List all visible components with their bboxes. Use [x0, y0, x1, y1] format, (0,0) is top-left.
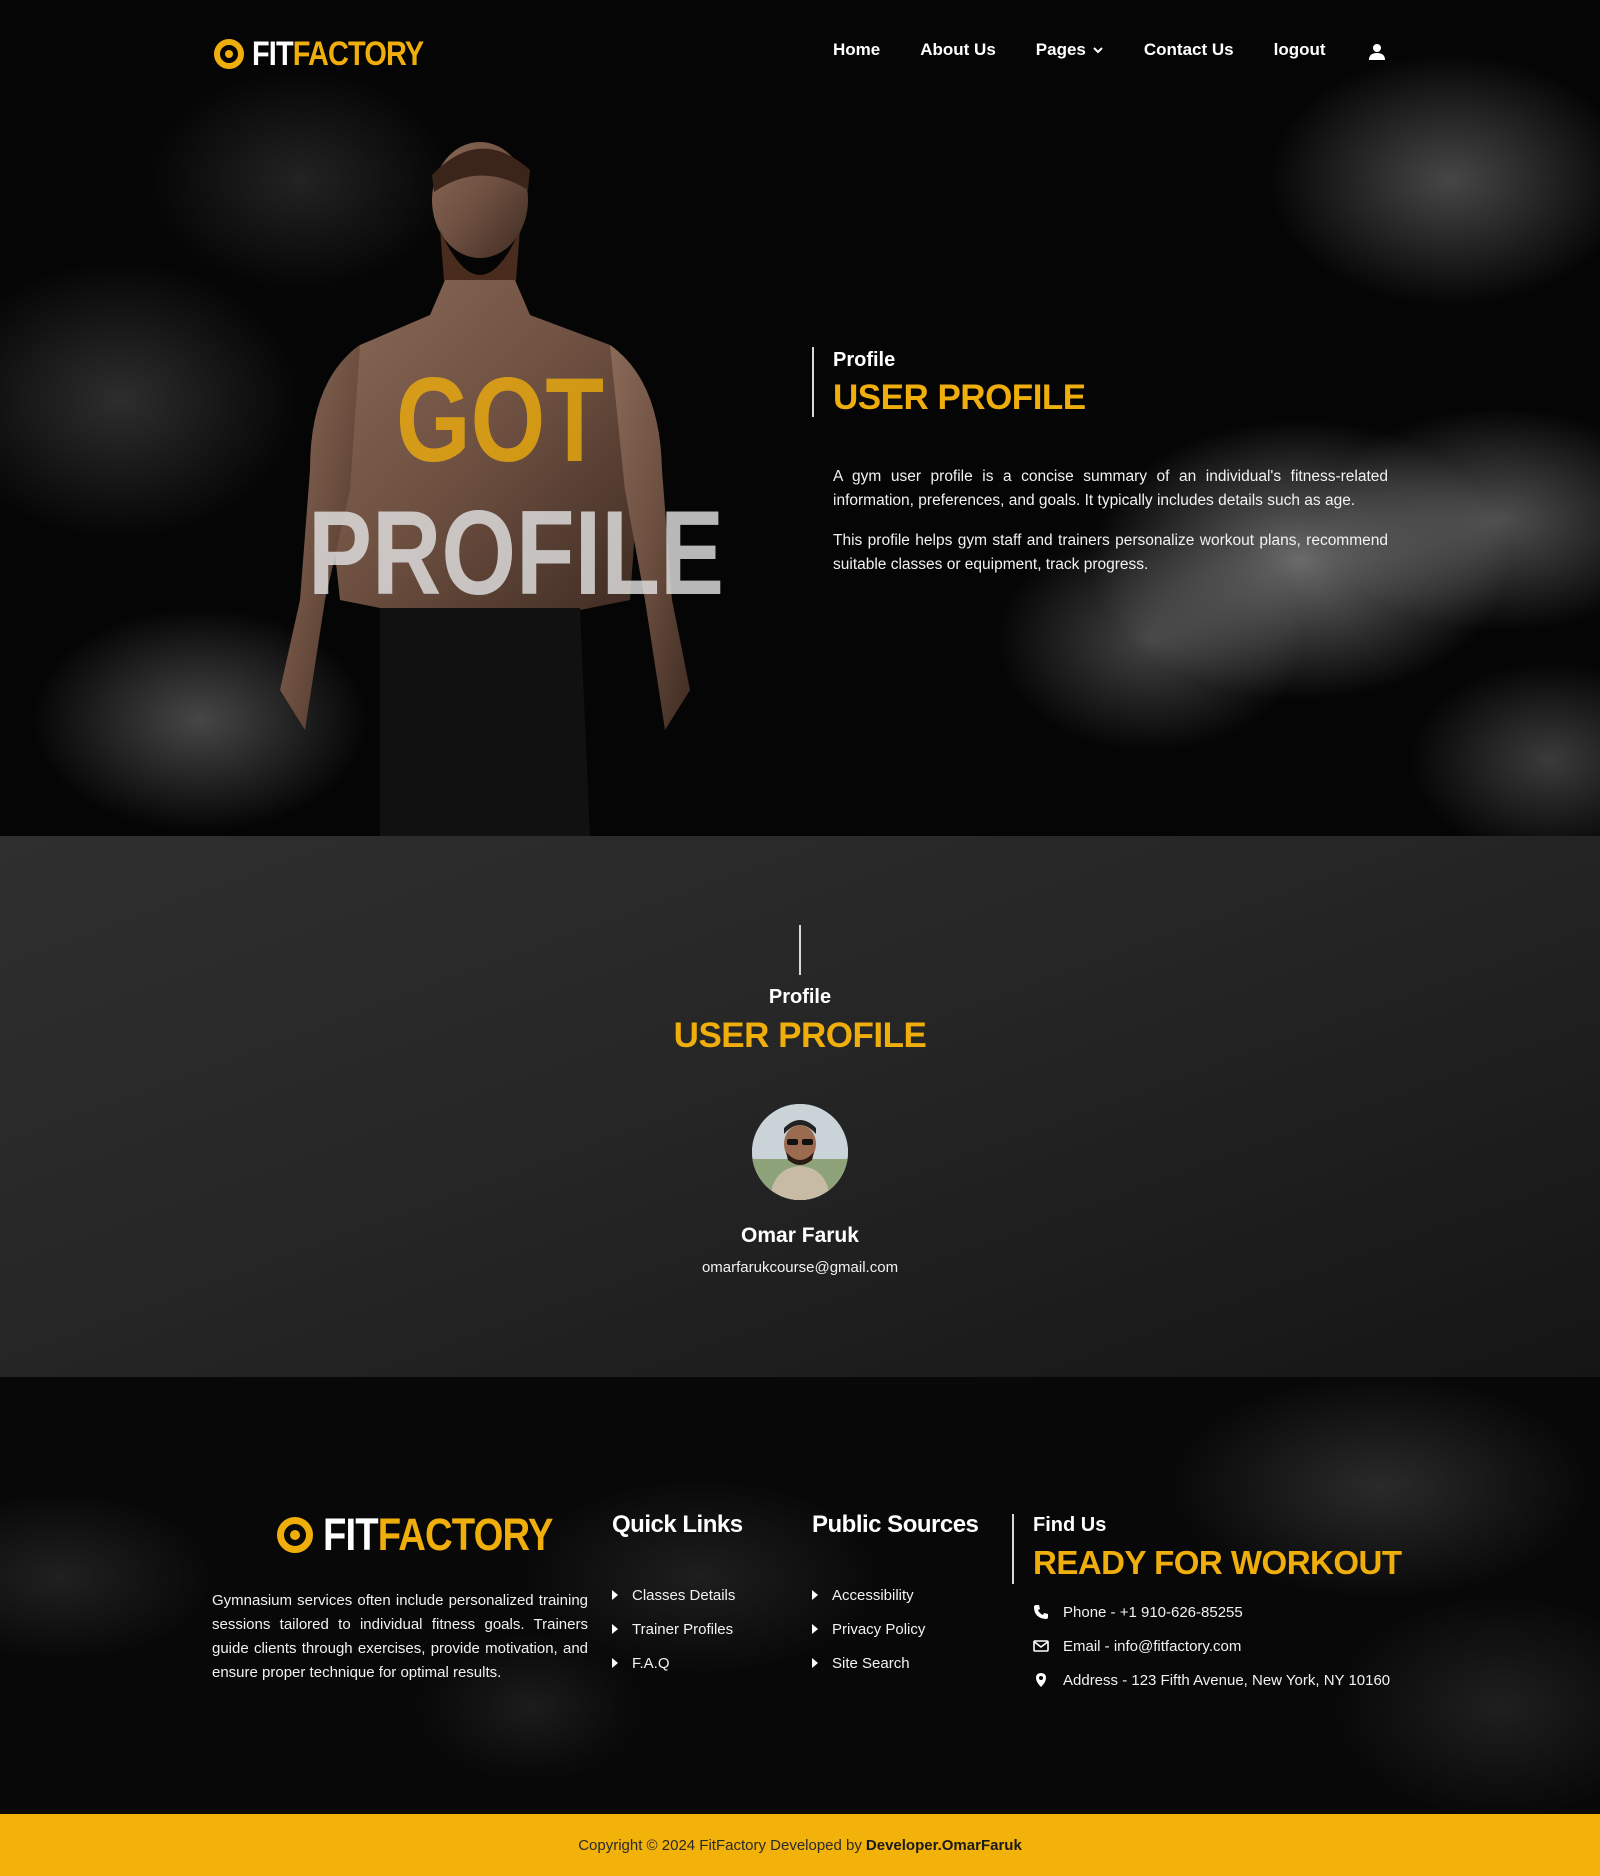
phone-icon: [1034, 1605, 1048, 1619]
hero-title: USER PROFILE: [833, 378, 1086, 417]
profile-name: Omar Faruk: [741, 1224, 859, 1247]
public-source-accessibility[interactable]: Accessibility: [812, 1578, 925, 1612]
caret-right-icon: [812, 1590, 818, 1600]
map-pin-icon: [1036, 1673, 1046, 1687]
logo-ring-icon: [214, 39, 244, 69]
hero-big-word-got: GOT: [396, 353, 604, 487]
profile-section: Profile USER PROFILE Omar Faruk omarfaru…: [0, 836, 1600, 1377]
copyright-bar: Copyright © 2024 FitFactory Developed by…: [0, 1814, 1600, 1876]
hero-divider: [812, 347, 814, 417]
avatar: [752, 1104, 848, 1200]
nav-about-us[interactable]: About Us: [920, 40, 996, 60]
quick-links-title: Quick Links: [612, 1511, 743, 1538]
profile-title: USER PROFILE: [673, 1016, 927, 1055]
contact-list: Phone - +1 910-626-85255 Email - info@fi…: [1033, 1595, 1390, 1697]
user-icon[interactable]: [1368, 43, 1386, 61]
public-source-privacy-policy[interactable]: Privacy Policy: [812, 1612, 925, 1646]
hero-paragraph-1: A gym user profile is a concise summary …: [833, 468, 1388, 509]
quick-link-faq[interactable]: F.A.Q: [612, 1646, 735, 1680]
nav-home[interactable]: Home: [833, 40, 880, 60]
developer-link[interactable]: Developer.OmarFaruk: [866, 1837, 1022, 1854]
nav-menu: Home About Us Pages Contact Us logout: [833, 40, 1326, 60]
caret-right-icon: [612, 1658, 618, 1668]
brand-logo[interactable]: FITFACTORY: [214, 34, 454, 74]
find-us-title: READY FOR WORKOUT: [1033, 1544, 1402, 1581]
hero-big-word-profile: PROFILE: [308, 486, 725, 620]
footer-logo-text: FITFACTORY: [323, 1509, 553, 1560]
profile-email: omarfarukcourse@gmail.com: [701, 1259, 899, 1276]
footer: FITFACTORY Gymnasium services often incl…: [0, 1377, 1600, 1814]
find-us-divider: [1012, 1514, 1014, 1584]
find-us-kicker: Find Us: [1033, 1514, 1107, 1536]
navbar: FITFACTORY Home About Us Pages Contact U…: [0, 0, 1600, 106]
nav-pages[interactable]: Pages: [1036, 40, 1104, 60]
contact-phone[interactable]: Phone - +1 910-626-85255: [1033, 1595, 1390, 1629]
hero-paragraph-2: This profile helps gym staff and trainer…: [833, 532, 1388, 573]
caret-right-icon: [612, 1624, 618, 1634]
hero-section: GOT PROFILE FITFACTORY Home About Us Pag…: [0, 0, 1600, 836]
quick-links-list: Classes Details Trainer Profiles F.A.Q: [612, 1578, 735, 1680]
profile-divider: [799, 925, 801, 975]
public-sources-title: Public Sources: [812, 1511, 979, 1538]
footer-about-text: Gymnasium services often include persona…: [212, 1592, 588, 1681]
logo-text: FITFACTORY: [252, 34, 424, 73]
chevron-down-icon: [1093, 47, 1103, 54]
caret-right-icon: [612, 1590, 618, 1600]
hero-kicker: Profile: [833, 349, 896, 371]
logo-ring-icon: [277, 1517, 313, 1553]
caret-right-icon: [812, 1624, 818, 1634]
contact-email[interactable]: Email - info@fitfactory.com: [1033, 1629, 1390, 1663]
nav-contact-us[interactable]: Contact Us: [1144, 40, 1234, 60]
envelope-icon: [1033, 1640, 1049, 1652]
contact-address: Address - 123 Fifth Avenue, New York, NY…: [1033, 1663, 1390, 1697]
caret-right-icon: [812, 1658, 818, 1668]
nav-logout[interactable]: logout: [1274, 40, 1326, 60]
nav-pages-label: Pages: [1035, 40, 1086, 59]
public-sources-list: Accessibility Privacy Policy Site Search: [812, 1578, 925, 1680]
quick-link-trainer-profiles[interactable]: Trainer Profiles: [612, 1612, 735, 1646]
public-source-site-search[interactable]: Site Search: [812, 1646, 925, 1680]
footer-logo[interactable]: FITFACTORY: [277, 1509, 593, 1561]
profile-kicker: Profile: [768, 986, 832, 1008]
copyright-text: Copyright © 2024 FitFactory Developed by: [578, 1836, 862, 1854]
quick-link-classes-details[interactable]: Classes Details: [612, 1578, 735, 1612]
